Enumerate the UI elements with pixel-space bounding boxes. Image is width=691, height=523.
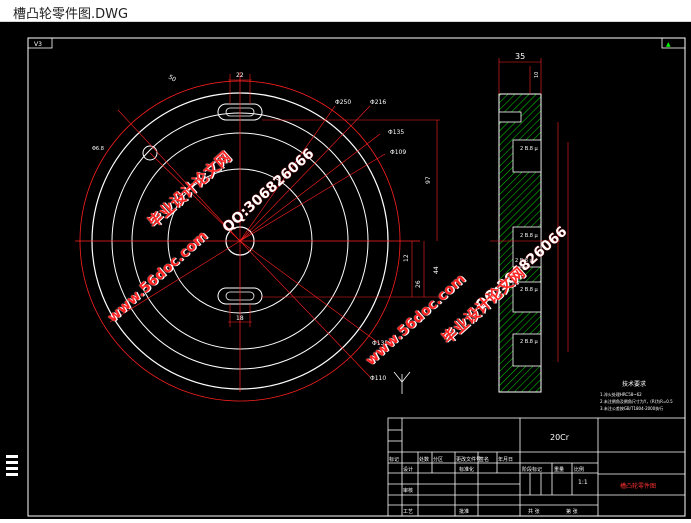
- dim-d110: Φ110: [370, 375, 386, 382]
- drawing-frame: [27, 37, 686, 517]
- tech-requirements: 技术要求 1.淬火处理HRC58~62 2.未注倒角及倒角尺寸为Y，(R)为R=…: [600, 380, 673, 411]
- window-title: 槽凸轮零件图.DWG: [13, 7, 129, 22]
- cad-drawing: V3 ▲ Φ250 Φ216 Φ135 Φ109 Φ135 Φ110 22 18…: [27, 37, 686, 517]
- row-label-3: 工艺: [403, 509, 413, 515]
- header-cell-1: 分区: [433, 456, 443, 463]
- tech-req-line-3: 3.未注公差按GB/T1804-2000执行: [600, 405, 663, 411]
- frame-tag: V3: [34, 41, 42, 48]
- row-label-0: 标记: [389, 456, 399, 463]
- dim-18: 18: [236, 315, 244, 322]
- dim-97: 97: [425, 176, 432, 184]
- tech-req-line-1: 1.淬火处理HRC58~62: [600, 391, 642, 397]
- row-label-1: 设计: [403, 466, 413, 473]
- sheet-count: 共 张: [528, 508, 540, 515]
- tech-req-title: 技术要求: [622, 380, 646, 388]
- header-cell-0: 处数: [419, 456, 429, 463]
- dim-12: 12: [403, 254, 410, 262]
- mid-label-0: 标准化: [459, 466, 474, 473]
- right-header-0: 阶段标记: [522, 466, 542, 473]
- row-label-2: 审核: [403, 487, 413, 494]
- sheet-of: 第 张: [566, 508, 578, 515]
- window-title-bar: 槽凸轮零件图.DWG: [0, 0, 691, 22]
- dim-small-hole: Φ6.8: [92, 146, 104, 152]
- dim-44: 44: [433, 266, 440, 274]
- cam-section-view: 35 10 2 B.8 μ 2 B.8 μ 2 B.8 μ 2 B.8 μ 2 …: [490, 52, 569, 393]
- dim-22: 22: [236, 72, 244, 79]
- material-text: 20Cr: [550, 433, 570, 442]
- dim-d250: Φ250: [335, 99, 351, 106]
- header-cell-2: 更改文件号: [456, 456, 481, 463]
- dim-35: 35: [515, 52, 525, 61]
- left-toolbar-strip[interactable]: [0, 449, 26, 519]
- right-header-1: 重量: [554, 466, 564, 473]
- dim-26: 26: [415, 280, 422, 288]
- scale-value: 1:1: [578, 479, 588, 486]
- drawing-canvas[interactable]: V3 ▲ Φ250 Φ216 Φ135 Φ109 Φ135 Φ110 22 18…: [0, 22, 691, 519]
- right-header-2: 比例: [574, 466, 584, 473]
- header-cell-4: 年月日: [498, 456, 513, 463]
- dim-d109: Φ109: [390, 149, 406, 156]
- dim-50: 50: [167, 74, 177, 84]
- tol-2: 2 B.8 μ: [520, 233, 539, 239]
- layer-icon: [6, 455, 18, 476]
- dim-d135a: Φ135: [388, 129, 404, 136]
- mid-label-1: 批准: [459, 508, 469, 515]
- dim-10: 10: [534, 72, 540, 78]
- dim-d216: Φ216: [370, 99, 386, 106]
- frame-tag-right: ▲: [666, 41, 671, 48]
- part-name: 槽凸轮零件图: [620, 482, 656, 490]
- tol-3: 2 B.8 μ: [520, 287, 539, 293]
- tol-4: 2 B.8 μ: [520, 339, 539, 345]
- header-cell-3: 签名: [479, 456, 489, 463]
- tech-req-line-2: 2.未注倒角及倒角尺寸为Y，(R)为R=0.5: [600, 398, 673, 404]
- tol-1: 2 B.8 μ: [520, 146, 539, 152]
